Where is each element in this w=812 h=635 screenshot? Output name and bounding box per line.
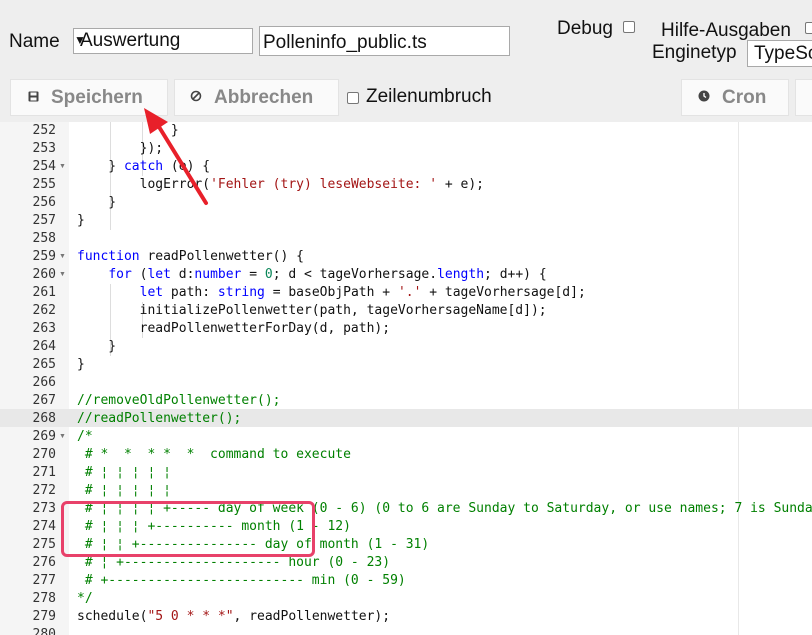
annotation-arrow-icon bbox=[144, 108, 208, 205]
